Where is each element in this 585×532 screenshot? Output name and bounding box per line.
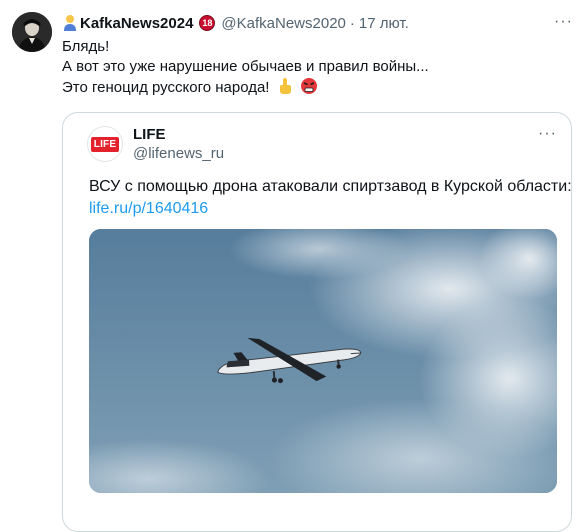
quoted-display-name[interactable]: LIFE <box>133 126 166 143</box>
tweet-text-line-with-emoji: Это геноцид русского народа! <box>62 77 567 101</box>
tweet-text: Блядь! А вот это уже нарушение обычаев и… <box>62 37 567 101</box>
quoted-more-options-icon[interactable]: ··· <box>538 125 557 143</box>
tweet-header: KafkaNews2024 18 @KafkaNews2020 · 17 лют… <box>62 13 573 33</box>
drone-in-sky-photo-icon <box>89 229 557 493</box>
tweet-text-line: Блядь! <box>62 38 110 55</box>
separator-dot: · <box>349 14 355 32</box>
quoted-user-handle[interactable]: @lifenews_ru <box>133 145 224 162</box>
pointing-up-icon <box>277 77 293 101</box>
quoted-tweet-text: ВСУ с помощью дрона атаковали спиртзавод… <box>89 178 572 195</box>
life-logo: LIFE <box>90 136 120 152</box>
drone-photo[interactable] <box>89 229 557 493</box>
angry-face-icon <box>300 77 318 101</box>
display-name[interactable]: KafkaNews2024 <box>80 15 193 32</box>
more-options-icon[interactable]: ··· <box>554 13 573 31</box>
user-handle[interactable]: @KafkaNews2020 <box>221 15 345 32</box>
person-emoji-icon <box>62 14 78 32</box>
quoted-tweet-card[interactable]: LIFE LIFE @lifenews_ru ··· ВСУ с помощью… <box>62 112 572 532</box>
avatar[interactable] <box>12 12 52 52</box>
age-18-badge-icon: 18 <box>199 15 216 31</box>
tweet-date[interactable]: 17 лют. <box>359 15 409 32</box>
quoted-tweet-link[interactable]: life.ru/p/1640416 <box>89 198 208 220</box>
quoted-avatar[interactable]: LIFE <box>87 126 123 162</box>
tweet-text-line: Это геноцид русского народа! <box>62 79 270 96</box>
tweet[interactable]: KafkaNews2024 18 @KafkaNews2020 · 17 лют… <box>0 0 585 532</box>
tweet-text-line: А вот это уже нарушение обычаев и правил… <box>62 58 429 75</box>
